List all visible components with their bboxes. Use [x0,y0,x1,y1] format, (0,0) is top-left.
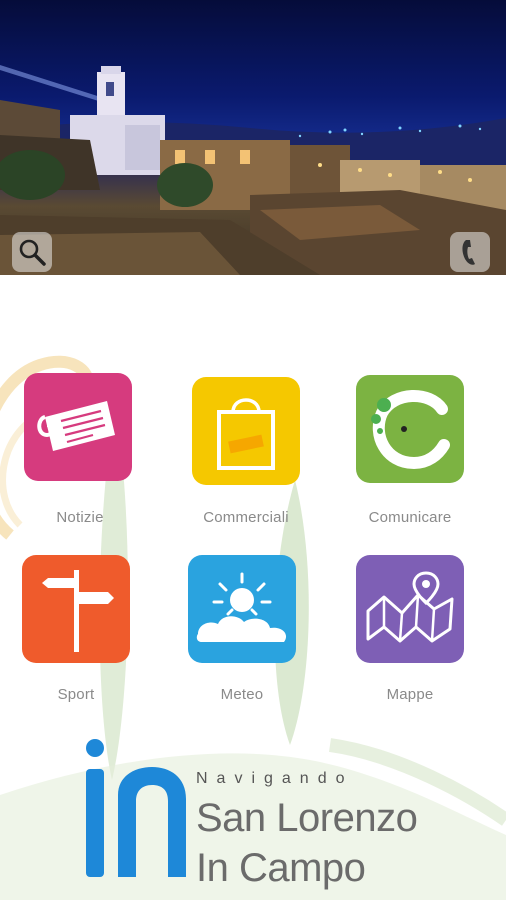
logo-title-line2: In Campo [196,846,366,890]
map-pin-icon [366,571,454,643]
sun-cloud-icon [196,572,287,642]
hero-banner-image [0,0,506,275]
comunicare-logo-icon [371,390,450,470]
meteo-label: Meteo [220,686,264,703]
phone-button[interactable] [450,232,490,272]
logo-in-mark [78,735,196,890]
notizie-label: Notizie [56,509,104,526]
shopping-bag-icon [217,398,275,470]
mappe-tile-button[interactable] [356,555,464,663]
town-night-scene [0,65,506,275]
commerciali-label: Commerciali [203,509,289,526]
search-button[interactable] [12,232,52,272]
phone-icon [462,240,475,265]
comunicare-tile-button[interactable] [356,375,464,483]
mappe-label: Mappe [386,686,434,703]
search-icon [19,239,46,266]
signpost-icon [42,570,114,652]
notizie-tile-button[interactable] [24,373,132,481]
newspaper-icon [37,401,115,451]
meteo-tile-button[interactable] [188,555,296,663]
comunicare-label: Comunicare [368,509,452,526]
sport-tile-button[interactable] [22,555,130,663]
logo-title-line1: San Lorenzo [196,796,418,840]
sport-label: Sport [57,686,95,703]
commerciali-tile-button[interactable] [192,377,300,485]
logo-tagline: Navigando [196,770,354,787]
